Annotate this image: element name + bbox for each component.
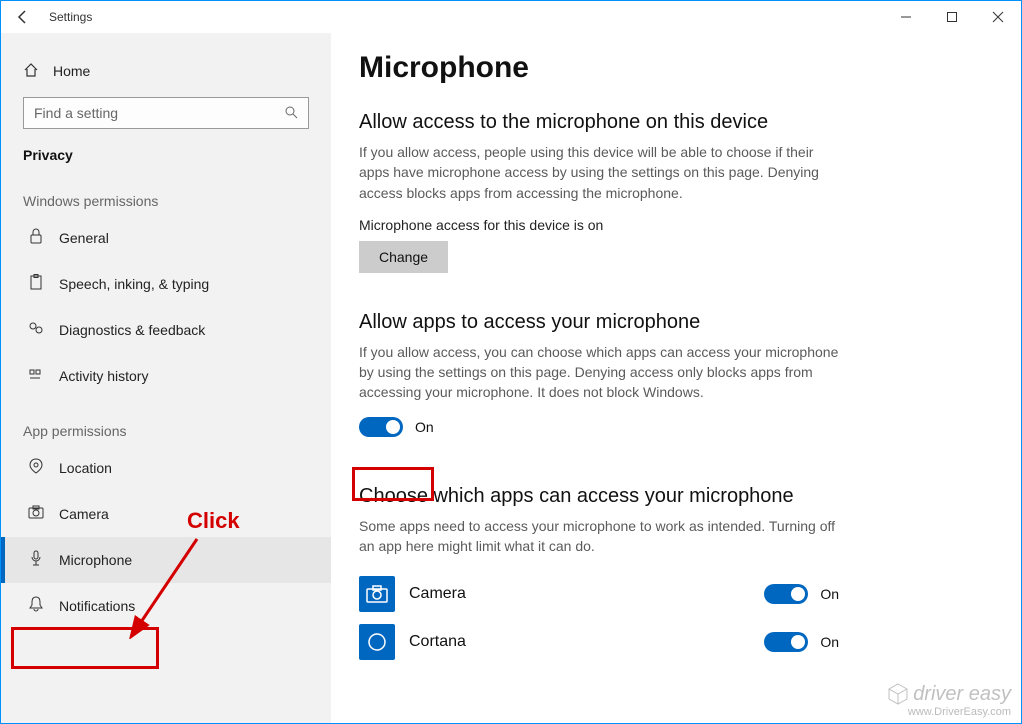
sidebar-item-activity[interactable]: Activity history	[1, 353, 331, 399]
sidebar-item-label: Activity history	[59, 368, 148, 384]
sidebar-item-label: Diagnostics & feedback	[59, 322, 205, 338]
app-row-cortana: Cortana On	[359, 618, 839, 666]
group-app-permissions: App permissions	[1, 399, 331, 445]
section-title: Privacy	[1, 139, 331, 169]
allow-apps-toggle[interactable]	[359, 417, 403, 437]
camera-toggle[interactable]	[764, 584, 808, 604]
section2-heading: Allow apps to access your microphone	[359, 311, 991, 334]
group-windows-permissions: Windows permissions	[1, 169, 331, 215]
clipboard-icon	[27, 274, 45, 295]
sidebar-item-label: Notifications	[59, 598, 135, 614]
search-placeholder: Find a setting	[34, 105, 118, 121]
app-title: Settings	[45, 10, 92, 24]
app-name: Cortana	[409, 633, 466, 651]
camera-app-icon	[359, 576, 395, 612]
search-input[interactable]: Find a setting	[23, 97, 309, 129]
settings-window: Settings Home Find a setting	[0, 0, 1022, 724]
sidebar-item-label: Microphone	[59, 552, 132, 568]
app-row-camera: Camera On	[359, 570, 839, 618]
lock-icon	[27, 228, 45, 249]
sidebar-item-label: Location	[59, 460, 112, 476]
back-button[interactable]	[1, 1, 45, 33]
home-icon	[23, 62, 39, 81]
sidebar-item-camera[interactable]: Camera	[1, 491, 331, 537]
history-icon	[27, 366, 45, 387]
change-button[interactable]: Change	[359, 241, 448, 273]
section3-heading: Choose which apps can access your microp…	[359, 485, 991, 508]
sidebar: Home Find a setting Privacy Windows perm…	[1, 33, 331, 723]
home-nav[interactable]: Home	[1, 51, 331, 91]
section1-status: Microphone access for this device is on	[359, 217, 991, 233]
maximize-button[interactable]	[929, 1, 975, 33]
cortana-toggle-label: On	[820, 634, 839, 650]
sidebar-item-label: Camera	[59, 506, 109, 522]
microphone-icon	[27, 550, 45, 571]
sidebar-item-notifications[interactable]: Notifications	[1, 583, 331, 629]
sidebar-item-diagnostics[interactable]: Diagnostics & feedback	[1, 307, 331, 353]
home-label: Home	[53, 63, 90, 79]
sidebar-item-location[interactable]: Location	[1, 445, 331, 491]
section2-description: If you allow access, you can choose whic…	[359, 342, 839, 403]
camera-icon	[27, 505, 45, 524]
sidebar-item-label: Speech, inking, & typing	[59, 276, 209, 292]
sidebar-item-speech[interactable]: Speech, inking, & typing	[1, 261, 331, 307]
sidebar-item-label: General	[59, 230, 109, 246]
cortana-app-icon	[359, 624, 395, 660]
app-name: Camera	[409, 585, 466, 603]
titlebar: Settings	[1, 1, 1021, 33]
close-button[interactable]	[975, 1, 1021, 33]
main-content: Microphone Allow access to the microphon…	[331, 33, 1021, 723]
bell-icon	[27, 596, 45, 617]
allow-apps-toggle-label: On	[415, 419, 434, 435]
cortana-toggle[interactable]	[764, 632, 808, 652]
camera-toggle-label: On	[820, 586, 839, 602]
location-icon	[27, 458, 45, 479]
section3-description: Some apps need to access your microphone…	[359, 516, 839, 557]
search-icon	[284, 105, 298, 122]
minimize-button[interactable]	[883, 1, 929, 33]
page-title: Microphone	[359, 51, 991, 85]
sidebar-item-microphone[interactable]: Microphone	[1, 537, 331, 583]
feedback-icon	[27, 320, 45, 341]
sidebar-item-general[interactable]: General	[1, 215, 331, 261]
section1-description: If you allow access, people using this d…	[359, 142, 839, 203]
section1-heading: Allow access to the microphone on this d…	[359, 111, 991, 134]
